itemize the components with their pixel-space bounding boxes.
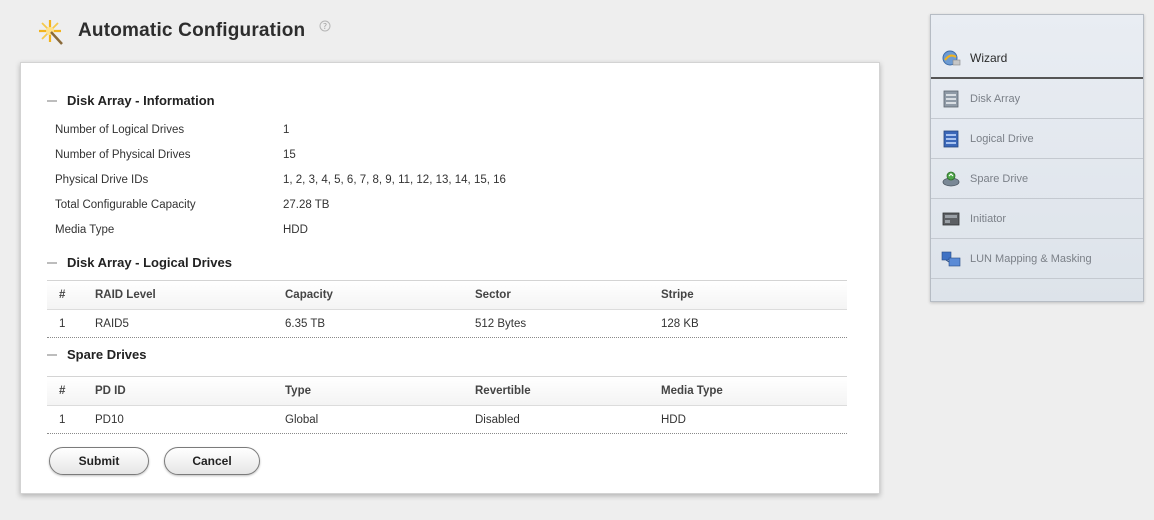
column-header[interactable]: RAID Level [95, 289, 285, 301]
info-value: 15 [283, 149, 296, 161]
info-value: 1 [283, 124, 290, 136]
cancel-button[interactable]: Cancel [164, 447, 260, 475]
section-title: Disk Array - Logical Drives [67, 255, 232, 270]
info-row-logical-drives: Number of Logical Drives 1 [55, 118, 845, 142]
column-header[interactable]: # [47, 289, 95, 301]
nav-item-spare-drive[interactable]: Spare Drive [931, 159, 1143, 199]
nav-item-label: Wizard [970, 51, 1008, 65]
table-cell: Disabled [475, 413, 520, 426]
table-cell: 1 [59, 317, 66, 330]
column-header[interactable]: # [47, 385, 95, 397]
table-row: 1 RAID5 6.35 TB 512 Bytes 128 KB [47, 310, 847, 338]
nav-item-label: LUN Mapping & Masking [970, 252, 1092, 265]
section-title: Disk Array - Information [67, 93, 215, 108]
table-cell: Global [285, 413, 319, 426]
section-title: Spare Drives [67, 347, 147, 362]
info-value: HDD [283, 224, 308, 236]
column-header[interactable]: Sector [475, 289, 661, 301]
column-header[interactable]: Type [285, 385, 475, 397]
info-row-capacity: Total Configurable Capacity 27.28 TB [55, 193, 845, 217]
nav-panel: Wizard Disk Array Logical Drive Spare Dr… [930, 14, 1144, 302]
table-cell: 1 [59, 413, 66, 426]
column-header[interactable]: Capacity [285, 289, 475, 301]
info-row-physical-drive-ids: Physical Drive IDs 1, 2, 3, 4, 5, 6, 7, … [55, 168, 845, 192]
section-logical-drives[interactable]: Disk Array - Logical Drives [47, 255, 232, 270]
info-label: Media Type [55, 224, 115, 236]
disk-array-icon [941, 89, 961, 109]
page-header: Automatic Configuration ? [38, 14, 331, 48]
nav-item-initiator[interactable]: Initiator [931, 199, 1143, 239]
info-label: Number of Logical Drives [55, 124, 185, 136]
column-header[interactable]: Stripe [661, 289, 847, 301]
initiator-icon [941, 209, 961, 229]
table-cell: 512 Bytes [475, 317, 527, 330]
table-cell: 128 KB [661, 317, 699, 330]
logical-drive-icon [941, 129, 961, 149]
info-value: 1, 2, 3, 4, 5, 6, 7, 8, 9, 11, 12, 13, 1… [283, 174, 506, 186]
spare-drive-icon [941, 169, 961, 189]
nav-item-label: Initiator [970, 212, 1007, 225]
lun-mapping-icon [941, 249, 961, 269]
column-header[interactable]: PD ID [95, 385, 285, 397]
column-header[interactable]: Media Type [661, 385, 847, 397]
nav-item-label: Disk Array [970, 92, 1021, 105]
info-label: Physical Drive IDs [55, 174, 149, 186]
help-icon[interactable]: ? [319, 19, 331, 32]
nav-item-wizard[interactable]: Wizard [931, 39, 1143, 79]
collapse-icon[interactable] [47, 261, 57, 264]
info-value: 27.28 TB [283, 199, 330, 211]
page-title: Automatic Configuration [78, 20, 306, 41]
section-spare-drives[interactable]: Spare Drives [47, 347, 147, 362]
table-row: 1 PD10 Global Disabled HDD [47, 406, 847, 434]
logical-drives-table: # RAID Level Capacity Sector Stripe 1 RA… [47, 280, 847, 338]
collapse-icon[interactable] [47, 353, 57, 356]
column-header[interactable]: Revertible [475, 385, 661, 397]
info-row-media-type: Media Type HDD [55, 218, 845, 242]
star-icon [38, 19, 63, 45]
wizard-icon [941, 48, 961, 68]
table-cell: RAID5 [95, 317, 129, 330]
info-label: Number of Physical Drives [55, 149, 191, 161]
nav-item-logical-drive[interactable]: Logical Drive [931, 119, 1143, 159]
nav-item-lun-mapping[interactable]: LUN Mapping & Masking [931, 239, 1143, 279]
svg-text:?: ? [323, 22, 327, 31]
nav-item-disk-array[interactable]: Disk Array [931, 79, 1143, 119]
info-row-physical-drives: Number of Physical Drives 15 [55, 143, 845, 167]
nav-item-label: Spare Drive [970, 172, 1029, 185]
nav-item-label: Logical Drive [970, 132, 1034, 145]
collapse-icon[interactable] [47, 99, 57, 102]
table-cell: PD10 [95, 413, 124, 426]
table-header: # RAID Level Capacity Sector Stripe [47, 280, 847, 310]
table-header: # PD ID Type Revertible Media Type [47, 376, 847, 406]
table-cell: HDD [661, 413, 686, 426]
main-panel: Disk Array - Information Number of Logic… [20, 62, 880, 494]
table-cell: 6.35 TB [285, 317, 326, 330]
spare-drives-table: # PD ID Type Revertible Media Type 1 PD1… [47, 376, 847, 434]
submit-button[interactable]: Submit [49, 447, 149, 475]
section-disk-array-info[interactable]: Disk Array - Information [47, 93, 215, 108]
info-label: Total Configurable Capacity [55, 199, 196, 211]
